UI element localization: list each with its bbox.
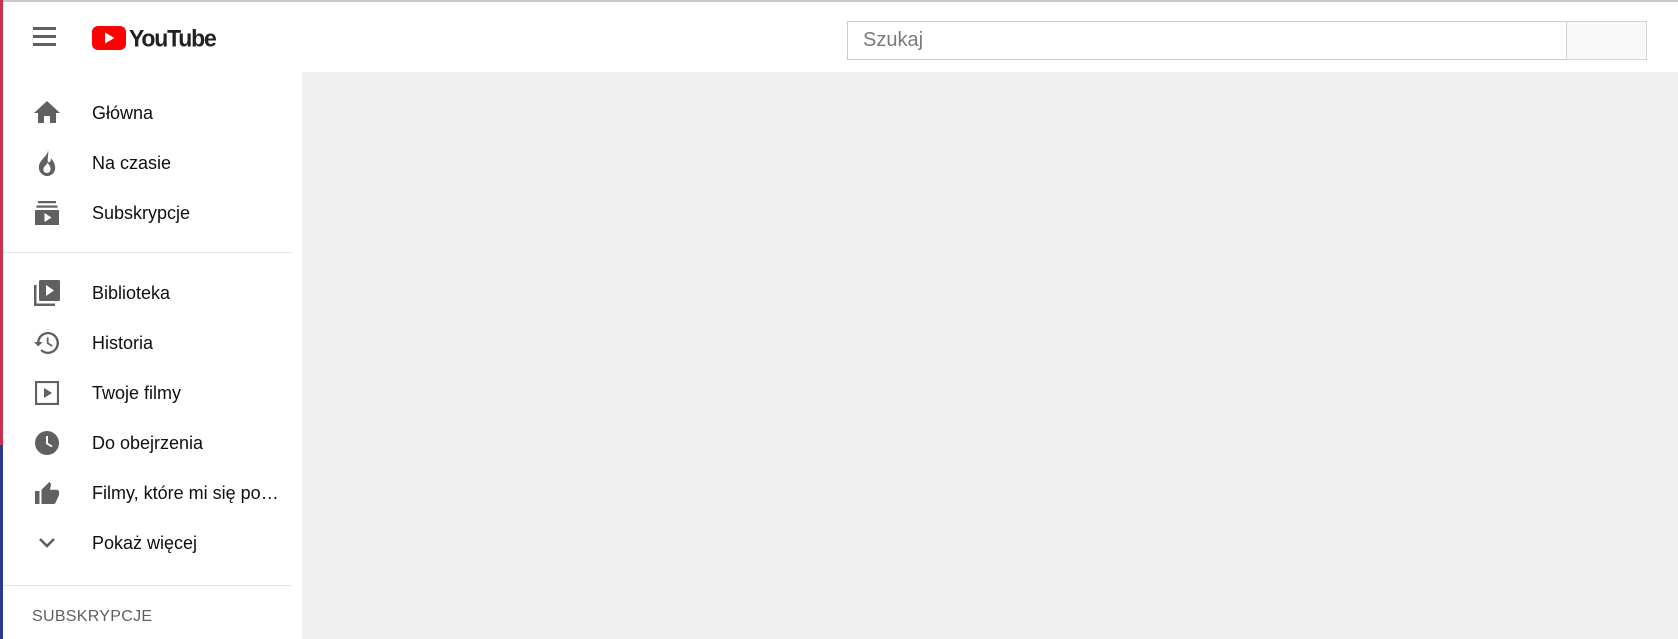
sidebar-item-history[interactable]: Historia bbox=[0, 318, 302, 368]
sidebar-item-show-more[interactable]: Pokaż więcej bbox=[0, 518, 302, 568]
window-edge-accent bbox=[0, 445, 3, 639]
sidebar-item-label: Subskrypcje bbox=[92, 202, 191, 223]
logo-wordmark: YouTube bbox=[129, 23, 217, 52]
main-content bbox=[302, 72, 1678, 639]
your-videos-icon bbox=[33, 379, 61, 407]
guide-menu-button[interactable] bbox=[33, 27, 60, 47]
subscriptions-icon bbox=[33, 199, 61, 227]
sidebar-item-trending[interactable]: Na czasie bbox=[0, 138, 302, 188]
hamburger-icon-bar bbox=[33, 43, 56, 46]
sidebar-item-your-videos[interactable]: Twoje filmy bbox=[0, 368, 302, 418]
sidebar-item-label: Historia bbox=[92, 332, 154, 353]
masthead: YouTube bbox=[0, 2, 1678, 72]
sidebar-item-liked-videos[interactable]: Filmy, które mi się po… bbox=[0, 468, 302, 518]
sidebar-item-label: Biblioteka bbox=[92, 282, 171, 303]
search-input[interactable] bbox=[848, 22, 1566, 59]
sidebar-divider bbox=[0, 252, 292, 253]
thumbs-up-icon bbox=[33, 479, 61, 507]
watch-later-icon bbox=[33, 429, 61, 457]
sidebar-item-home[interactable]: Główna bbox=[0, 88, 302, 138]
window-edge-accent bbox=[0, 0, 3, 445]
youtube-logo[interactable]: YouTube bbox=[92, 23, 217, 52]
trending-icon bbox=[33, 149, 61, 177]
sidebar-item-label: Pokaż więcej bbox=[92, 532, 198, 553]
sidebar-divider bbox=[0, 585, 292, 586]
search-button[interactable] bbox=[1566, 21, 1647, 60]
sidebar-item-watch-later[interactable]: Do obejrzenia bbox=[0, 418, 302, 468]
sidebar-item-label: Główna bbox=[92, 102, 154, 123]
search-box bbox=[847, 21, 1567, 60]
history-icon bbox=[33, 329, 61, 357]
sidebar-item-label: Do obejrzenia bbox=[92, 432, 204, 453]
guide-sidebar: Główna Na czasie Subskrypcje Biblioteka … bbox=[0, 72, 302, 639]
sidebar-item-subscriptions[interactable]: Subskrypcje bbox=[0, 188, 302, 238]
home-icon bbox=[33, 99, 61, 127]
library-icon bbox=[33, 279, 61, 307]
sidebar-item-label: Filmy, które mi się po… bbox=[92, 482, 279, 503]
hamburger-icon-bar bbox=[33, 35, 56, 38]
sidebar-item-library[interactable]: Biblioteka bbox=[0, 268, 302, 318]
youtube-play-icon bbox=[92, 26, 126, 50]
subscriptions-section-title: SUBSKRYPCJE bbox=[32, 608, 153, 625]
sidebar-item-label: Na czasie bbox=[92, 152, 172, 173]
chevron-down-icon bbox=[33, 529, 61, 557]
hamburger-icon-bar bbox=[33, 27, 56, 30]
sidebar-item-label: Twoje filmy bbox=[92, 382, 182, 403]
